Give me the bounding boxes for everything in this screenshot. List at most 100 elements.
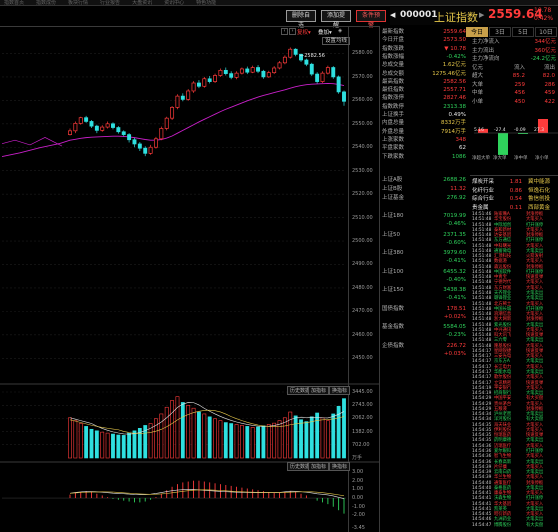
- tab-today[interactable]: 今日: [466, 27, 488, 37]
- candle-body: [121, 131, 126, 135]
- menu-item[interactable]: 指数成份: [36, 0, 56, 5]
- trade-stock[interactable]: 紫光股份: [494, 323, 511, 328]
- stat-value: 2557.71: [443, 87, 466, 94]
- trade-time: 14:51:48: [472, 301, 492, 307]
- trade-time: 14:51:48: [472, 317, 492, 323]
- kline-chart[interactable]: [0, 26, 379, 532]
- trade-stock[interactable]: 浙大网新: [494, 317, 511, 322]
- vol-add-indicator-button[interactable]: 加指标: [308, 386, 330, 395]
- trade-stock[interactable]: 中际旭创: [494, 223, 511, 228]
- trade-stock[interactable]: 京东方A: [494, 359, 510, 364]
- tab-3day[interactable]: 3日: [489, 27, 511, 37]
- fund-row-in: 259: [514, 81, 526, 88]
- volume-bar: [245, 426, 250, 459]
- stat-value: 2313.38: [443, 103, 466, 110]
- trade-stock[interactable]: 通策医疗: [494, 481, 511, 486]
- trade-stock[interactable]: 洋河股份: [494, 417, 511, 422]
- capital-label: 主力净流入: [472, 39, 500, 45]
- menu-item[interactable]: 大盘资讯: [132, 0, 152, 5]
- fund-row-label: 超大: [472, 73, 484, 79]
- sector-name[interactable]: 贵金属: [472, 204, 489, 212]
- sector-name[interactable]: 煤炭开采: [472, 178, 494, 186]
- macd-change-indicator-button[interactable]: 换指标: [329, 462, 351, 471]
- index-change: -0.41%: [446, 295, 466, 301]
- candle-body: [78, 117, 83, 124]
- stat-label: 今日开盘: [382, 37, 405, 44]
- stat-label: 指数跌停: [382, 103, 405, 110]
- trade-stock[interactable]: 沃森生物: [494, 496, 511, 501]
- sector-name[interactable]: 综合行业: [472, 195, 494, 203]
- fund-bar-caption: 净超大单: [472, 156, 490, 161]
- menu-item[interactable]: 特色功能: [196, 0, 216, 5]
- sector-top-border: [470, 175, 558, 176]
- candle-body: [261, 70, 266, 78]
- price-tick: 2580.00: [352, 50, 373, 57]
- trade-stock[interactable]: 长春高新: [494, 460, 511, 465]
- trade-stock[interactable]: 迈瑞医疗: [494, 444, 511, 449]
- index-value: 7019.99: [443, 213, 466, 219]
- nav-right-icon[interactable]: ▶: [479, 11, 484, 19]
- fund-header-out: 流出: [543, 65, 555, 71]
- tab-10day[interactable]: 10日: [535, 27, 557, 37]
- nav-left-icon[interactable]: ◀: [390, 11, 395, 19]
- trade-stock[interactable]: 东方财富: [494, 286, 511, 291]
- candle-body: [186, 90, 191, 100]
- candle-body: [277, 62, 282, 69]
- menu-item[interactable]: 板块行情: [68, 0, 88, 5]
- trade-stock[interactable]: 宁德时代: [494, 280, 511, 285]
- trade-stock[interactable]: 博腾股份: [494, 523, 511, 528]
- volume-bar: [68, 417, 72, 459]
- trade-stock[interactable]: 华兰生物: [494, 475, 511, 480]
- trade-action: 打开涨停: [526, 496, 544, 502]
- trade-stock[interactable]: 立讯精密: [494, 381, 511, 386]
- trade-stock[interactable]: 森远股份: [494, 265, 511, 270]
- trade-time: 14:54:29: [472, 396, 492, 402]
- trade-stock[interactable]: 中国平安: [494, 396, 511, 401]
- trade-stock[interactable]: 华大基因: [494, 502, 511, 507]
- index-value: 3438.38: [443, 287, 466, 293]
- trade-stock[interactable]: 东方通信: [494, 238, 511, 243]
- trade-action: 封涨停板: [526, 317, 544, 323]
- trade-stock[interactable]: 智飞生物: [494, 454, 511, 459]
- trade-action: 大笔卖出: [526, 438, 544, 444]
- trade-stock[interactable]: 贵州茅台: [494, 402, 511, 407]
- trade-stock[interactable]: 海天味业: [494, 423, 511, 428]
- trade-stock[interactable]: 三六零: [494, 338, 507, 343]
- trade-action: 大笔买入: [526, 422, 544, 428]
- sector-leader: 鲁信创投: [528, 196, 551, 202]
- menu-item[interactable]: 指数首页: [4, 0, 24, 5]
- trade-stock[interactable]: 赣锋锂业: [494, 296, 511, 301]
- trade-stock[interactable]: 中科曙光: [494, 244, 511, 249]
- trade-action: 大笔买入: [526, 259, 544, 265]
- capital-value: 344亿元: [534, 39, 557, 45]
- menu-item[interactable]: 行业报告: [100, 0, 120, 5]
- condition-warning-button[interactable]: 条件预警: [356, 10, 386, 29]
- trade-stock[interactable]: 药明康德: [494, 438, 511, 443]
- stat-value: 1086: [452, 153, 466, 160]
- fund-bar-caption: 净小单: [535, 156, 549, 161]
- volume-bar: [229, 423, 234, 459]
- volume-bar: [197, 411, 201, 459]
- trade-time: 14:54:41: [472, 496, 492, 502]
- macd-add-indicator-button[interactable]: 加指标: [308, 462, 330, 471]
- delete-watchlist-button[interactable]: 删除自选: [286, 10, 316, 29]
- candle-body: [100, 126, 105, 131]
- sector-leader: 西部黄金: [528, 204, 551, 211]
- index-label: 上证A股: [382, 177, 403, 183]
- tab-5day[interactable]: 5日: [512, 27, 534, 37]
- add-alert-button[interactable]: 添加提醒: [321, 10, 351, 29]
- trade-stock[interactable]: 华宝股份: [494, 217, 511, 222]
- menu-item[interactable]: 资讯中心: [164, 0, 184, 5]
- candle-body: [68, 130, 72, 135]
- trade-action: 打开涨停: [526, 238, 544, 244]
- trade-stock[interactable]: 长江电力: [494, 365, 511, 370]
- trade-stock[interactable]: 隆基股份: [494, 344, 511, 349]
- sector-name[interactable]: 化纤行业: [472, 187, 494, 195]
- trade-stock[interactable]: 数据港: [494, 259, 507, 264]
- trade-stock[interactable]: 九洲药业: [494, 517, 511, 522]
- volume-bar: [234, 424, 239, 459]
- fund-row-out: 82.0: [542, 73, 555, 79]
- vol-change-indicator-button[interactable]: 换指标: [329, 386, 351, 395]
- trade-stock[interactable]: 歌尔股份: [494, 375, 511, 380]
- trade-stock[interactable]: 北方稀土: [494, 302, 511, 307]
